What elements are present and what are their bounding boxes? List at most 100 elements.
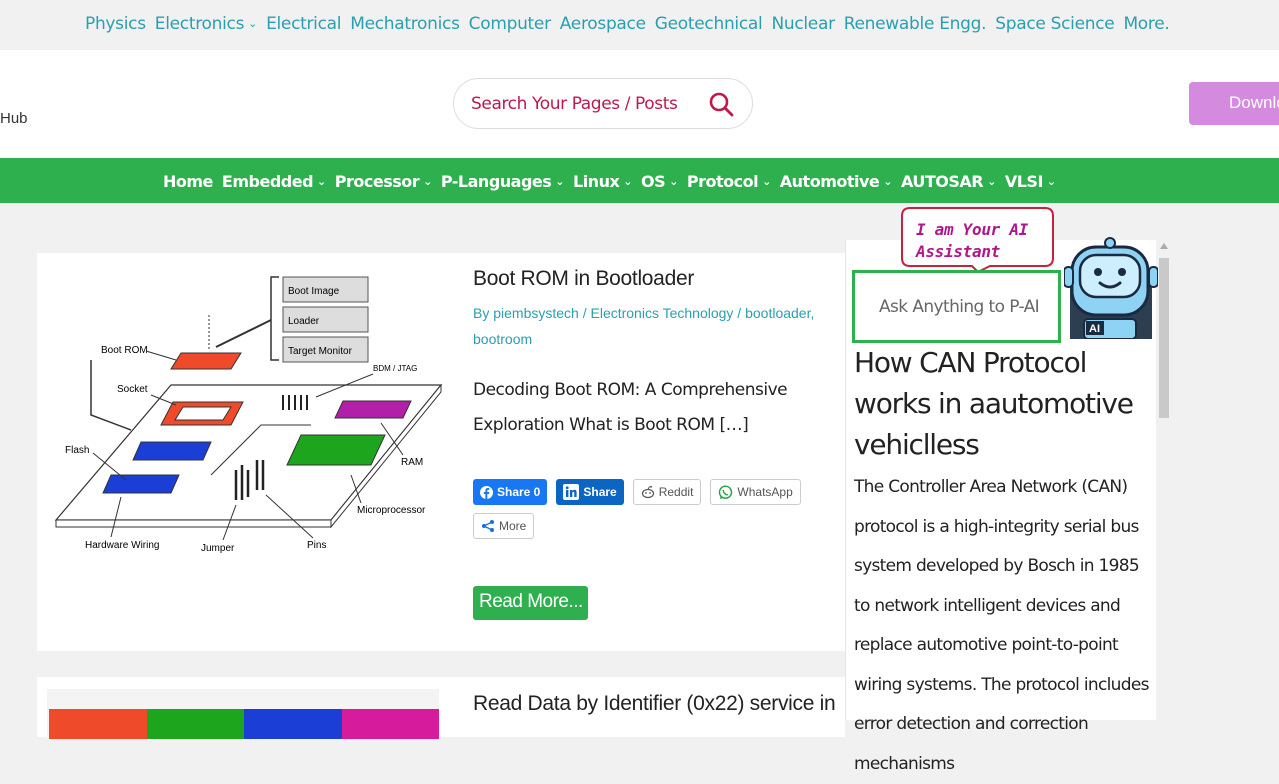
diagram-label-boot-rom: Boot ROM xyxy=(101,345,148,356)
top-nav-aerospace[interactable]: Aerospace xyxy=(560,14,646,34)
chevron-down-icon: ⌄ xyxy=(248,17,258,30)
main-nav-linux[interactable]: Linux ⌄ xyxy=(573,172,632,191)
diagram-label-jumper: Jumper xyxy=(201,543,235,554)
main-nav-vlsi-label: VLSI xyxy=(1004,172,1044,191)
whatsapp-share-label: WhatsApp xyxy=(737,485,793,499)
main-nav-linux-label: Linux xyxy=(573,172,620,191)
boot-rom-diagram[interactable]: Boot Image Loader Target Monitor Boot RO… xyxy=(51,265,446,555)
sidebar-article-title[interactable]: How CAN Protocol works in aautomotive ve… xyxy=(854,342,1154,465)
top-nav-renewable[interactable]: Renewable Engg. xyxy=(844,14,987,34)
main-nav-embedded-label: Embedded xyxy=(221,172,314,191)
diagram-label-loader: Loader xyxy=(288,316,320,327)
main-nav-protocol-label: Protocol xyxy=(686,172,759,191)
chevron-down-icon: ⌄ xyxy=(423,175,432,188)
post-meta[interactable]: By piembsystech / Electronics Technology… xyxy=(473,300,833,352)
thumbnail-color-bar xyxy=(49,709,439,739)
diagram-label-boot-image: Boot Image xyxy=(288,286,340,297)
share-icon xyxy=(482,520,494,532)
chevron-down-icon: ⌄ xyxy=(883,175,892,188)
linkedin-icon xyxy=(563,484,580,500)
top-nav-nuclear[interactable]: Nuclear xyxy=(771,14,835,34)
chevron-down-icon: ⌄ xyxy=(987,175,996,188)
linkedin-share-button[interactable]: Share xyxy=(556,479,624,505)
scrollbar-thumb[interactable] xyxy=(1159,258,1169,418)
ai-robot-icon[interactable]: AI xyxy=(1064,237,1158,339)
diagram-label-microprocessor: Microprocessor xyxy=(357,505,426,516)
download-button[interactable]: Downlo xyxy=(1189,82,1279,125)
diagram-label-flash: Flash xyxy=(65,445,89,456)
main-nav-p-languages[interactable]: P-Languages ⌄ xyxy=(440,172,565,191)
ai-bubble-text: I am Your AI Assistant xyxy=(916,219,1028,263)
main-nav-items: Home Embedded ⌄ Processor ⌄ P-Languages ⌄ L… xyxy=(163,172,1056,191)
facebook-icon xyxy=(480,485,493,499)
post-card: Boot Image Loader Target Monitor Boot RO… xyxy=(37,253,845,651)
top-nav-electrical[interactable]: Electrical xyxy=(266,14,341,34)
top-nav-computer[interactable]: Computer xyxy=(469,14,551,34)
diagram-label-socket: Socket xyxy=(117,384,148,395)
diagram-label-bdm: BDM / JTAG xyxy=(373,364,417,373)
post-thumbnail[interactable] xyxy=(47,689,439,739)
post-card: Read Data by Identifier (0x22) service i… xyxy=(37,677,845,739)
top-nav-space-science[interactable]: Space Science xyxy=(995,14,1115,34)
main-nav-bar: Home Embedded ⌄ Processor ⌄ P-Languages ⌄ L… xyxy=(0,158,1279,203)
ai-bubble-line-2: Assistant xyxy=(916,242,1000,261)
ai-robot-badge: AI xyxy=(1089,323,1100,335)
chevron-down-icon: ⌄ xyxy=(1046,175,1056,188)
site-header: Hub Search Your Pages / Posts Downlo xyxy=(0,50,1279,158)
post-title[interactable]: Read Data by Identifier (0x22) service i… xyxy=(473,692,836,716)
main-nav-os[interactable]: OS ⌄ xyxy=(641,172,678,191)
whatsapp-share-button[interactable]: WhatsApp xyxy=(710,479,801,505)
chevron-down-icon: ⌄ xyxy=(555,175,564,188)
chevron-down-icon: ⌄ xyxy=(317,175,326,188)
whatsapp-icon xyxy=(719,484,733,499)
linkedin-share-label: Share xyxy=(583,485,617,499)
main-nav-processor-label: Processor xyxy=(334,172,420,191)
scroll-up-icon[interactable] xyxy=(1160,243,1168,249)
search-input[interactable]: Search Your Pages / Posts xyxy=(453,78,753,129)
sidebar-article-body: The Controller Area Network (CAN) protoc… xyxy=(854,477,1149,774)
chevron-down-icon: ⌄ xyxy=(669,175,678,188)
search-placeholder: Search Your Pages / Posts xyxy=(471,93,678,114)
search-icon[interactable] xyxy=(708,91,734,117)
main-nav-vlsi[interactable]: VLSI ⌄ xyxy=(1005,172,1056,191)
reddit-share-button[interactable]: Reddit xyxy=(632,479,702,505)
diagram-label-ram: RAM xyxy=(401,457,423,468)
ai-bubble-line-1: I am Your AI xyxy=(916,220,1028,239)
ask-ai-button[interactable]: Ask Anything to P-AI xyxy=(852,270,1061,343)
main-nav-embedded[interactable]: Embedded ⌄ xyxy=(222,172,326,191)
main-nav-automotive[interactable]: Automotive ⌄ xyxy=(779,172,893,191)
reddit-share-label: Reddit xyxy=(658,485,694,499)
top-nav-electronics-label: Electronics xyxy=(154,14,245,34)
main-nav-autosar[interactable]: AUTOSAR ⌄ xyxy=(901,172,996,191)
post-title[interactable]: Boot ROM in Bootloader xyxy=(473,267,694,291)
diagram-label-target-monitor: Target Monitor xyxy=(288,346,353,357)
read-more-button[interactable]: Read More... xyxy=(473,586,588,620)
top-nav-electronics[interactable]: Electronics ⌄ xyxy=(154,14,258,34)
site-brand[interactable]: Hub xyxy=(0,110,28,127)
top-nav-physics[interactable]: Physics xyxy=(85,14,146,34)
main-nav-p-languages-label: P-Languages xyxy=(440,172,552,191)
facebook-share-label: Share 0 xyxy=(497,485,541,499)
chevron-down-icon: ⌄ xyxy=(762,175,771,188)
more-share-button[interactable]: More xyxy=(473,513,535,539)
more-share-label: More xyxy=(499,519,527,533)
main-nav-protocol[interactable]: Protocol ⌄ xyxy=(687,172,771,191)
post-excerpt: Decoding Boot ROM: A Comprehensive Explo… xyxy=(473,380,788,435)
top-nav-more[interactable]: More. xyxy=(1123,14,1169,34)
top-nav-items: Physics Electronics ⌄ Electrical Mechatro… xyxy=(85,14,1170,34)
share-buttons: Share 0 Share Reddit WhatsApp More xyxy=(473,479,813,539)
top-nav-mechatronics[interactable]: Mechatronics xyxy=(350,14,460,34)
top-nav-bar: Physics Electronics ⌄ Electrical Mechatro… xyxy=(0,0,1279,50)
sidebar-scrollbar[interactable] xyxy=(1157,240,1171,720)
main-nav-automotive-label: Automotive xyxy=(779,172,880,191)
main-nav-os-label: OS xyxy=(641,172,666,191)
facebook-share-button[interactable]: Share 0 xyxy=(473,479,548,505)
main-nav-processor[interactable]: Processor ⌄ xyxy=(334,172,433,191)
reddit-icon xyxy=(641,485,654,499)
top-nav-geotechnical[interactable]: Geotechnical xyxy=(655,14,763,34)
main-nav-autosar-label: AUTOSAR xyxy=(901,172,984,191)
diagram-label-pins: Pins xyxy=(307,540,326,551)
main-nav-home[interactable]: Home xyxy=(163,172,213,191)
diagram-label-hardware-wiring: Hardware Wiring xyxy=(85,540,159,551)
chevron-down-icon: ⌄ xyxy=(623,175,632,188)
